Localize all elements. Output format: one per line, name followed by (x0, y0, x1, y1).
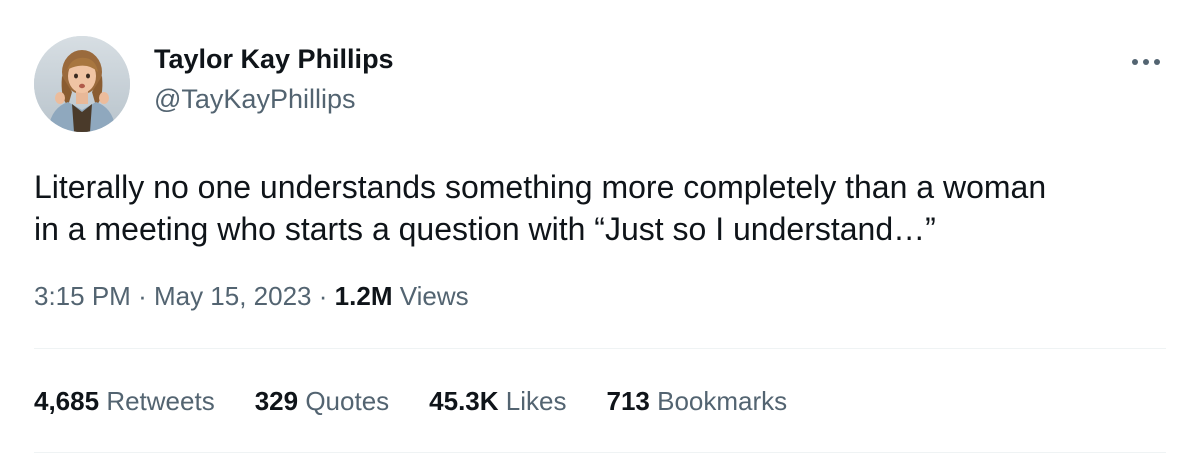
stat-label: Likes (505, 386, 567, 416)
ellipsis-icon (1132, 59, 1160, 65)
tweet-metadata: 3:15 PM · May 15, 2023 · 1.2M Views (34, 281, 469, 312)
stat-label: Quotes (305, 386, 390, 416)
tweet-text: Literally no one understands something m… (34, 169, 1047, 247)
stat-count: 45.3K (429, 386, 499, 416)
stat-likes[interactable]: 45.3K Likes (429, 386, 566, 417)
author-avatar[interactable] (34, 36, 130, 132)
stat-count: 713 (606, 386, 650, 416)
views-label: Views (399, 281, 469, 311)
stat-label: Retweets (106, 386, 215, 416)
author-name[interactable]: Taylor Kay Phillips (154, 44, 394, 75)
more-options-button[interactable] (1124, 48, 1168, 76)
tweet-time[interactable]: 3:15 PM (34, 281, 131, 311)
divider (34, 348, 1166, 349)
author-handle[interactable]: @TayKayPhillips (154, 84, 356, 115)
stat-count: 4,685 (34, 386, 100, 416)
tweet-date[interactable]: May 15, 2023 (154, 281, 312, 311)
engagement-stats: 4,685 Retweets 329 Quotes 45.3K Likes 71… (34, 386, 827, 417)
stat-quotes[interactable]: 329 Quotes (255, 386, 389, 417)
stat-count: 329 (254, 386, 299, 416)
views-count: 1.2M (334, 281, 393, 311)
divider (34, 452, 1166, 453)
meta-separator: · (318, 281, 328, 311)
stat-label: Bookmarks (657, 386, 788, 416)
user-avatar-photo-icon (34, 36, 130, 132)
meta-separator: · (138, 281, 147, 311)
stat-retweets[interactable]: 4,685 Retweets (34, 386, 215, 417)
stat-bookmarks[interactable]: 713 Bookmarks (606, 386, 787, 417)
tweet-card: Taylor Kay Phillips @TayKayPhillips Lite… (0, 0, 1194, 456)
